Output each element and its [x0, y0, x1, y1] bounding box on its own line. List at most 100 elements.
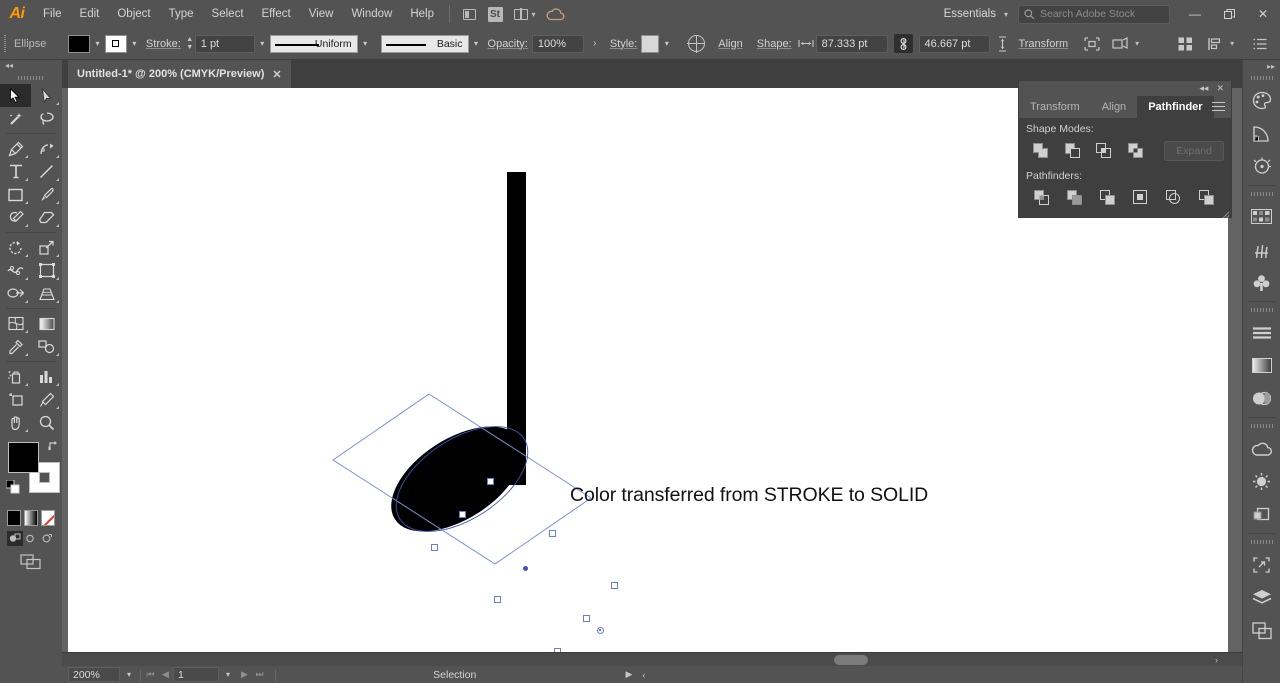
dock-group-grip[interactable]: [1243, 72, 1280, 84]
color-panel-icon[interactable]: [1243, 84, 1280, 117]
scale-tool[interactable]: [31, 236, 62, 259]
horizontal-scrollbar[interactable]: ›: [62, 652, 1242, 666]
pathfinder-panel-icon[interactable]: [1243, 498, 1280, 531]
stroke-color-swatch[interactable]: [104, 34, 127, 53]
draw-inside-icon[interactable]: [39, 531, 55, 546]
shape-label[interactable]: Shape:: [753, 38, 796, 50]
distribute-spacing-icon[interactable]: [1173, 33, 1197, 55]
menu-edit[interactable]: Edit: [71, 0, 109, 28]
gradient-panel-icon[interactable]: [1243, 349, 1280, 382]
menu-type[interactable]: Type: [160, 0, 203, 28]
dock-group-grip[interactable]: [1243, 188, 1280, 200]
selection-tool[interactable]: [0, 84, 31, 107]
collapse-panel-icon[interactable]: ◂◂: [0, 60, 62, 71]
stroke-profile-dropdown-icon[interactable]: ▾: [358, 35, 373, 53]
control-bar-grip[interactable]: [0, 28, 10, 60]
adobe-stock-icon[interactable]: St: [482, 3, 508, 25]
arrange-objects-icon[interactable]: [1108, 33, 1132, 55]
column-graph-tool[interactable]: [31, 365, 62, 388]
fill-color-swatch[interactable]: [67, 34, 90, 53]
stroke-dropdown-icon[interactable]: ▾: [127, 35, 142, 53]
annotation-text[interactable]: Color transferred from STROKE to SOLID: [570, 484, 928, 507]
swatches-panel-icon[interactable]: [1243, 200, 1280, 233]
stroke-weight-label[interactable]: Stroke:: [142, 38, 185, 50]
draw-normal-icon[interactable]: [7, 531, 23, 546]
exclude-icon[interactable]: [1121, 139, 1153, 162]
width-tool[interactable]: [0, 259, 31, 282]
artboard-icon[interactable]: [456, 3, 482, 25]
stroke-panel-icon[interactable]: [1243, 316, 1280, 349]
rotate-tool[interactable]: [0, 236, 31, 259]
stroke-weight-stepper[interactable]: ▲ ▼: [185, 35, 195, 53]
shaper-tool[interactable]: [0, 206, 31, 229]
slice-tool[interactable]: [31, 388, 62, 411]
unite-icon[interactable]: [1026, 139, 1058, 162]
symbols-panel-icon[interactable]: [1243, 266, 1280, 299]
minus-front-icon[interactable]: [1058, 139, 1090, 162]
artboard-number-input[interactable]: 1: [173, 667, 219, 682]
symbol-sprayer-tool[interactable]: [0, 365, 31, 388]
menu-help[interactable]: Help: [401, 0, 443, 28]
workspace-switcher[interactable]: Essentials ▾: [938, 8, 1014, 20]
close-icon[interactable]: ✕: [272, 68, 281, 81]
panel-menu-icon[interactable]: [1212, 100, 1225, 113]
tab-align[interactable]: Align: [1091, 96, 1137, 118]
hand-tool[interactable]: [0, 411, 31, 434]
fill-dropdown-icon[interactable]: ▾: [90, 35, 105, 53]
outline-icon[interactable]: [1158, 186, 1191, 209]
stroke-weight-dropdown-icon[interactable]: ▾: [255, 35, 270, 53]
last-artboard-button[interactable]: ⏭: [252, 669, 267, 680]
draw-behind-icon[interactable]: [23, 531, 39, 546]
menu-effect[interactable]: Effect: [253, 0, 300, 28]
crop-icon[interactable]: [1125, 186, 1158, 209]
tab-pathfinder[interactable]: Pathfinder: [1137, 96, 1214, 118]
status-menu-icon[interactable]: ▶: [625, 669, 632, 680]
expand-panels-icon[interactable]: ▸▸: [1243, 60, 1280, 72]
isolate-selected-icon[interactable]: [1080, 33, 1104, 55]
arrange-documents-icon[interactable]: ▾: [508, 3, 542, 25]
brush-definition-selector[interactable]: Basic: [380, 34, 469, 53]
libraries-panel-icon[interactable]: [1243, 432, 1280, 465]
maximize-button[interactable]: [1212, 0, 1246, 28]
type-tool[interactable]: [0, 160, 31, 183]
stroke-profile-selector[interactable]: Uniform: [269, 34, 358, 53]
minimize-button[interactable]: —: [1178, 0, 1212, 28]
magic-wand-tool[interactable]: [0, 107, 31, 130]
pen-tool[interactable]: [0, 137, 31, 160]
color-guide-panel-icon[interactable]: [1243, 117, 1280, 150]
mesh-tool[interactable]: [0, 312, 31, 335]
toolbar-fill-swatch[interactable]: [8, 442, 39, 473]
paintbrush-tool[interactable]: [31, 183, 62, 206]
curvature-tool[interactable]: [31, 137, 62, 160]
dock-group-grip[interactable]: [1243, 304, 1280, 316]
stroke-weight-input[interactable]: 1 pt: [194, 34, 255, 53]
stock-search-input[interactable]: Search Adobe Stock: [1018, 4, 1170, 24]
next-artboard-button[interactable]: ▶: [237, 669, 252, 680]
merge-icon[interactable]: [1092, 186, 1125, 209]
none-swatch[interactable]: [41, 510, 55, 526]
opacity-input[interactable]: 100%: [531, 34, 584, 53]
menu-file[interactable]: File: [34, 0, 71, 28]
arrange-dropdown-icon[interactable]: ▾: [1135, 39, 1139, 48]
perspective-grid-tool[interactable]: [31, 282, 62, 305]
graphic-style-swatch[interactable]: [641, 34, 660, 53]
default-fill-stroke-icon[interactable]: [5, 479, 20, 494]
edit-colors-panel-icon[interactable]: [1243, 150, 1280, 183]
close-button[interactable]: ✕: [1246, 0, 1280, 28]
shape-height-input[interactable]: 46.667 pt: [918, 34, 991, 53]
scroll-right-icon[interactable]: ›: [1215, 653, 1218, 667]
change-screen-mode-icon[interactable]: [0, 554, 62, 570]
rectangle-tool[interactable]: [0, 183, 31, 206]
dock-group-grip[interactable]: [1243, 536, 1280, 548]
opacity-label[interactable]: Opacity:: [484, 38, 532, 50]
document-tab[interactable]: Untitled-1* @ 200% (CMYK/Preview) ✕: [68, 60, 291, 88]
recolor-artwork-icon[interactable]: [684, 33, 708, 55]
graphic-style-dropdown-icon[interactable]: ▾: [659, 35, 674, 53]
opacity-options-icon[interactable]: ›: [584, 35, 606, 53]
intersect-icon[interactable]: [1089, 139, 1121, 162]
lasso-tool[interactable]: [31, 107, 62, 130]
creative-cloud-icon[interactable]: [542, 3, 568, 25]
close-icon[interactable]: ✕: [1216, 83, 1224, 94]
artboards-panel-icon[interactable]: [1243, 614, 1280, 647]
gradient-tool[interactable]: [31, 312, 62, 335]
